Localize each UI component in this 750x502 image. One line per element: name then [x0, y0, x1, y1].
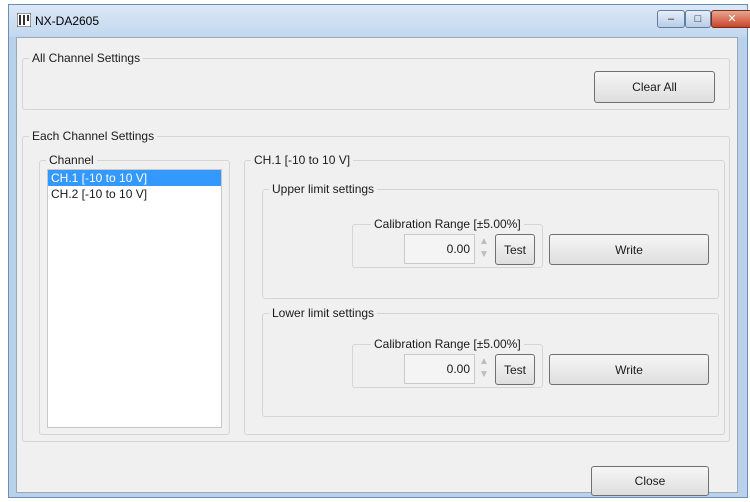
lower-limit-legend: Lower limit settings: [269, 306, 378, 320]
lower-spinner[interactable]: ▲ ▼: [478, 355, 490, 381]
lower-write-button[interactable]: Write: [549, 354, 709, 385]
lower-calibration-value[interactable]: 0.00: [404, 354, 475, 384]
upper-calibration-range-legend: Calibration Range [±5.00%]: [371, 217, 524, 231]
upper-limit-legend: Upper limit settings: [269, 182, 378, 196]
channel-detail-legend: CH.1 [-10 to 10 V]: [251, 153, 354, 167]
all-channel-settings-group: All Channel Settings Clear All: [22, 51, 730, 110]
spin-down-icon[interactable]: ▼: [479, 368, 489, 381]
title-bar: NX-DA2605 – □ ✕: [9, 5, 750, 37]
close-icon: ✕: [727, 12, 737, 25]
lower-limit-group: Lower limit settings Calibration Range […: [262, 306, 719, 417]
each-channel-settings-group: Each Channel Settings Channel CH.1 [-10 …: [22, 129, 730, 442]
window-close-button[interactable]: ✕: [711, 10, 750, 28]
spin-up-icon[interactable]: ▲: [479, 235, 489, 248]
spin-down-icon[interactable]: ▼: [479, 248, 489, 261]
upper-calibration-value[interactable]: 0.00: [404, 234, 475, 264]
app-window: NX-DA2605 – □ ✕ All Channel Settings Cle…: [8, 4, 750, 498]
lower-calibration-range-legend: Calibration Range [±5.00%]: [371, 337, 524, 351]
app-icon: [17, 13, 31, 27]
spin-up-icon[interactable]: ▲: [479, 355, 489, 368]
minimize-icon: –: [667, 12, 675, 25]
maximize-button[interactable]: □: [685, 10, 711, 28]
channel-list-item-ch1[interactable]: CH.1 [-10 to 10 V]: [48, 170, 221, 186]
each-channel-settings-legend: Each Channel Settings: [29, 129, 158, 143]
lower-test-button[interactable]: Test: [495, 354, 535, 385]
channel-detail-group: CH.1 [-10 to 10 V] Upper limit settings …: [244, 153, 725, 435]
upper-spinner[interactable]: ▲ ▼: [478, 235, 490, 261]
upper-limit-group: Upper limit settings Calibration Range […: [262, 182, 719, 299]
dialog-body: All Channel Settings Clear All Each Chan…: [16, 37, 738, 496]
channel-list[interactable]: CH.1 [-10 to 10 V] CH.2 [-10 to 10 V]: [47, 169, 222, 428]
window-title: NX-DA2605: [35, 14, 100, 28]
channel-legend: Channel: [46, 153, 97, 167]
all-channel-settings-legend: All Channel Settings: [29, 51, 144, 65]
channel-list-item-ch2[interactable]: CH.2 [-10 to 10 V]: [48, 186, 221, 202]
maximize-icon: □: [694, 12, 702, 25]
upper-test-button[interactable]: Test: [495, 234, 535, 265]
close-button[interactable]: Close: [591, 466, 709, 496]
minimize-button[interactable]: –: [657, 10, 685, 28]
channel-group: Channel CH.1 [-10 to 10 V] CH.2 [-10 to …: [39, 153, 230, 435]
clear-all-button[interactable]: Clear All: [594, 71, 715, 103]
upper-write-button[interactable]: Write: [549, 234, 709, 265]
